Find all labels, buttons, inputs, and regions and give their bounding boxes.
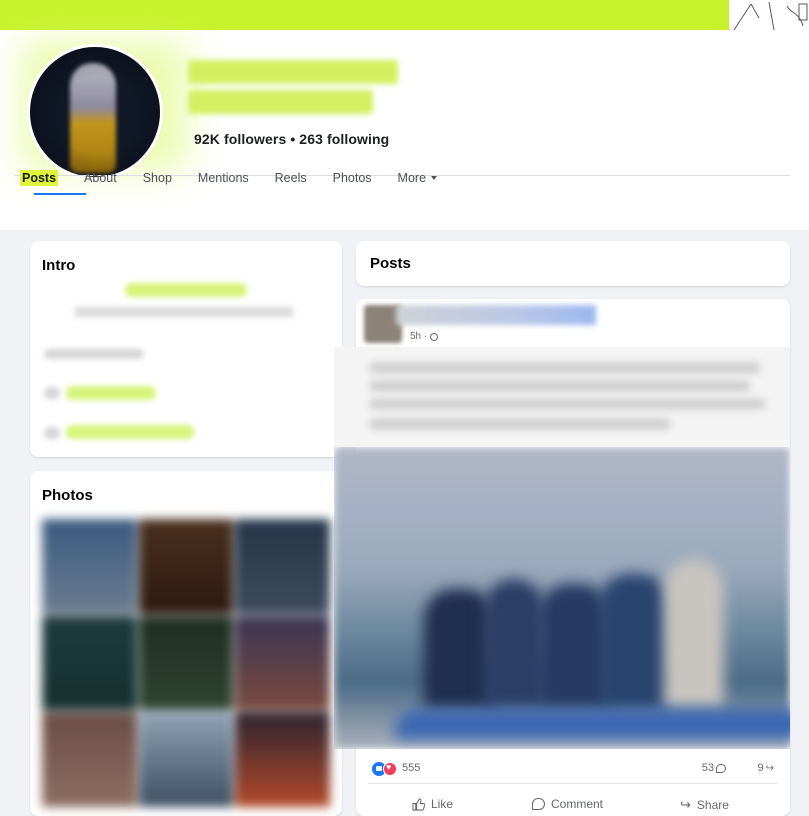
- share-button-label: Share: [696, 798, 729, 812]
- post-author-name-redacted[interactable]: [396, 305, 596, 325]
- intro-link-highlight-2[interactable]: [66, 425, 194, 439]
- post-time-label: 5h ·: [410, 331, 428, 342]
- share-icon: ↪: [680, 797, 691, 812]
- post-timestamp[interactable]: 5h ·: [410, 331, 439, 342]
- intro-title: Intro: [42, 257, 76, 274]
- photo-thumbnail[interactable]: [235, 519, 330, 614]
- actions-divider: [368, 783, 778, 784]
- tab-posts[interactable]: Posts: [20, 170, 59, 186]
- comment-bubble-icon: [532, 798, 545, 810]
- photos-card: Photos: [30, 471, 342, 816]
- like-button-label: Like: [431, 797, 454, 811]
- tab-more-label: More: [397, 171, 427, 185]
- post-reactions-summary: 555 53 9 ↪: [372, 761, 776, 779]
- posts-title: Posts: [370, 255, 411, 272]
- share-count[interactable]: 9 ↪: [757, 762, 774, 774]
- like-button[interactable]: Like: [412, 797, 453, 811]
- tab-about[interactable]: About: [84, 171, 117, 185]
- thumbs-up-icon: [412, 797, 425, 811]
- intro-link-row-2: [44, 427, 60, 439]
- profile-tabs: Posts About Shop Mentions Reels Photos M…: [20, 160, 463, 196]
- caret-down-icon: [431, 176, 438, 180]
- comment-icon: [716, 763, 726, 773]
- photo-thumbnail[interactable]: [235, 615, 330, 711]
- photo-thumbnail[interactable]: [42, 519, 137, 614]
- photo-grid: [42, 519, 330, 807]
- photo-thumbnail[interactable]: [138, 712, 234, 807]
- post-text-redacted: [334, 347, 790, 447]
- tab-photos[interactable]: Photos: [333, 171, 372, 185]
- photo-thumbnail[interactable]: [42, 712, 137, 807]
- photo-thumbnail[interactable]: [235, 712, 330, 807]
- cover-photo-sketch: [729, 0, 809, 31]
- profile-name-redacted: [188, 60, 398, 122]
- love-reaction-icon: [383, 762, 397, 776]
- share-button[interactable]: ↪ Share: [680, 797, 729, 813]
- photo-thumbnail[interactable]: [138, 615, 234, 711]
- intro-link-highlight[interactable]: [66, 386, 156, 400]
- reaction-count[interactable]: 555: [402, 762, 420, 774]
- posts-header-card: Posts: [356, 241, 790, 286]
- followers-count[interactable]: 92K followers • 263 following: [194, 131, 389, 147]
- post-card: 5h · 555 53 9 ↪ Like: [334, 299, 790, 816]
- comment-count[interactable]: 53: [702, 762, 726, 774]
- globe-icon: [430, 332, 439, 341]
- tab-shop[interactable]: Shop: [143, 171, 172, 185]
- tab-reels[interactable]: Reels: [275, 171, 307, 185]
- photo-thumbnail[interactable]: [42, 615, 137, 711]
- photo-thumbnail[interactable]: [138, 519, 234, 614]
- post-image[interactable]: [334, 447, 790, 749]
- comment-button-label: Comment: [551, 797, 604, 811]
- tab-mentions[interactable]: Mentions: [198, 171, 249, 185]
- comment-count-value: 53: [701, 762, 714, 774]
- profile-header: 92K followers • 263 following: [0, 30, 809, 230]
- intro-detail-row: [44, 349, 144, 359]
- share-count-value: 9: [757, 762, 764, 774]
- active-tab-indicator: [34, 193, 86, 195]
- intro-card: Intro: [30, 241, 342, 457]
- cover-photo-strip: [0, 0, 809, 30]
- share-arrow-icon: ↪: [765, 762, 774, 774]
- tab-more[interactable]: More: [397, 171, 438, 185]
- comment-button[interactable]: Comment: [532, 797, 603, 811]
- intro-link-row: [44, 387, 60, 399]
- photos-title: Photos: [42, 487, 93, 504]
- intro-bio-highlight: [125, 283, 247, 297]
- intro-bio-text: [74, 307, 294, 317]
